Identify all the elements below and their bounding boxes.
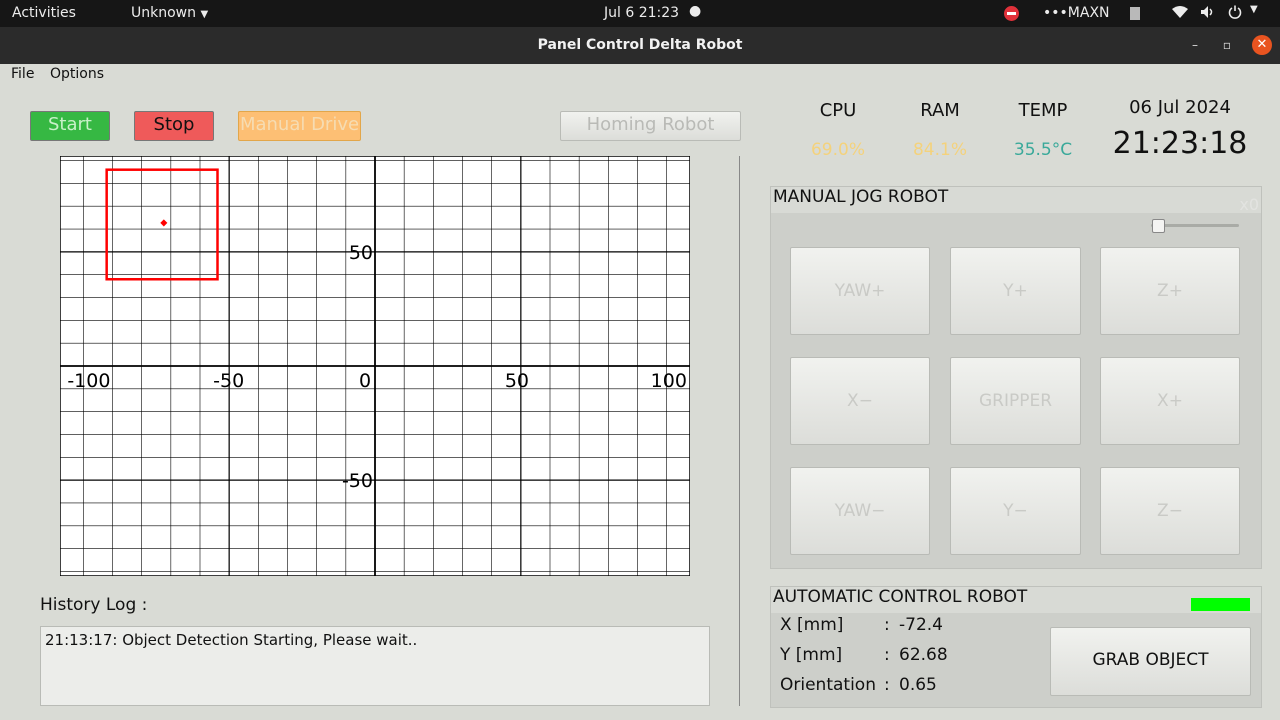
do-not-disturb-icon[interactable]: [1004, 6, 1019, 21]
grab-object-button[interactable]: GRAB OBJECT: [1050, 627, 1251, 696]
activities-button[interactable]: Activities: [12, 5, 76, 21]
date-display: 06 Jul 2024: [1129, 97, 1231, 118]
app-menu-button[interactable]: Unknown ▼: [131, 5, 208, 21]
jog-y-minus-button[interactable]: Y−: [950, 467, 1081, 555]
clipboard-icon[interactable]: [1130, 7, 1140, 20]
x-tick-label: -50: [213, 370, 244, 392]
workspace-plot: -100 -50 0 50 100 50 -50: [60, 156, 690, 576]
temp-label: TEMP: [1018, 100, 1068, 121]
chevron-down-icon[interactable]: ▼: [1250, 4, 1258, 15]
y-value: 62.68: [899, 645, 948, 665]
power-icon[interactable]: [1228, 5, 1242, 23]
chevron-down-icon: ▼: [200, 9, 209, 20]
homing-robot-button[interactable]: Homing Robot: [560, 111, 741, 141]
divider: [739, 156, 740, 706]
power-mode-label: MAXN: [1067, 5, 1110, 21]
jog-yaw-plus-button[interactable]: YAW+: [790, 247, 930, 335]
dots-icon: •••: [1043, 5, 1068, 21]
orientation-label: Orientation: [780, 675, 876, 695]
speed-label: x0: [1239, 195, 1259, 214]
clock[interactable]: Jul 6 21:23: [604, 5, 679, 21]
colon-separator: :: [884, 675, 890, 695]
jog-yaw-minus-button[interactable]: YAW−: [790, 467, 930, 555]
ram-label: RAM: [920, 100, 960, 121]
speed-slider-handle[interactable]: [1152, 219, 1165, 233]
jog-y-plus-button[interactable]: Y+: [950, 247, 1081, 335]
menu-options[interactable]: Options: [50, 66, 104, 82]
maximize-button[interactable]: ▫: [1218, 36, 1236, 54]
gripper-button[interactable]: GRIPPER: [950, 357, 1081, 445]
x-tick-label: 100: [651, 370, 687, 392]
jog-z-minus-button[interactable]: Z−: [1100, 467, 1240, 555]
time-display: 21:23:18: [1112, 126, 1248, 161]
history-entry: 21:13:17: Object Detection Starting, Ple…: [45, 631, 418, 649]
start-button[interactable]: Start: [30, 111, 110, 141]
manual-jog-title: MANUAL JOG ROBOT: [773, 187, 949, 207]
x-label: X [mm]: [780, 615, 844, 635]
history-log[interactable]: 21:13:17: Object Detection Starting, Ple…: [40, 626, 710, 706]
minimize-button[interactable]: –: [1186, 36, 1204, 54]
y-tick-label: 50: [349, 242, 373, 264]
x-tick-label: 50: [505, 370, 529, 392]
power-mode-indicator[interactable]: •••MAXN: [1043, 5, 1110, 21]
stop-button[interactable]: Stop: [134, 111, 214, 141]
automatic-title: AUTOMATIC CONTROL ROBOT: [773, 587, 1028, 607]
colon-separator: :: [884, 645, 890, 665]
orientation-value: 0.65: [899, 675, 937, 695]
history-log-title: History Log :: [40, 595, 148, 615]
menu-file[interactable]: File: [11, 66, 34, 82]
jog-x-minus-button[interactable]: X−: [790, 357, 930, 445]
x-tick-label: -100: [67, 370, 110, 392]
system-top-bar: Activities Unknown ▼ Jul 6 21:23 ● •••MA…: [0, 0, 1280, 27]
temp-value: 35.5°C: [1013, 140, 1073, 160]
window-title-bar: Panel Control Delta Robot – ▫ ✕: [0, 27, 1280, 64]
x-value: -72.4: [899, 615, 943, 635]
volume-icon[interactable]: [1200, 5, 1216, 23]
y-tick-label: -50: [342, 470, 373, 492]
wifi-icon[interactable]: [1172, 5, 1188, 23]
cpu-value: 69.0%: [810, 140, 865, 160]
cpu-label: CPU: [819, 100, 857, 121]
app-menu-label: Unknown: [131, 5, 196, 21]
notification-dot-icon: ●: [689, 3, 702, 19]
window-title: Panel Control Delta Robot: [537, 37, 743, 53]
jog-x-plus-button[interactable]: X+: [1100, 357, 1240, 445]
ram-value: 84.1%: [912, 140, 967, 160]
colon-separator: :: [884, 615, 890, 635]
status-indicator: [1191, 598, 1250, 611]
jog-z-plus-button[interactable]: Z+: [1100, 247, 1240, 335]
y-label: Y [mm]: [780, 645, 843, 665]
x-tick-label: 0: [359, 370, 371, 392]
manual-drive-button[interactable]: Manual Drive: [238, 111, 361, 141]
close-button[interactable]: ✕: [1252, 35, 1272, 55]
